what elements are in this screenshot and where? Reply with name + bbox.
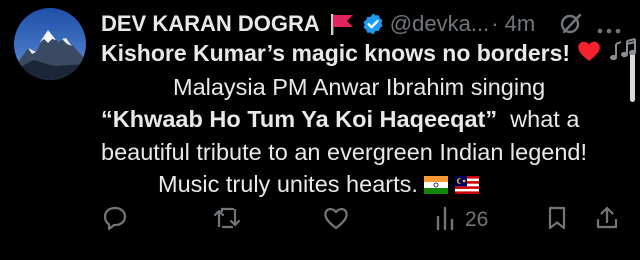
author-name[interactable]: DEV KARAN DOGRA [101, 11, 320, 37]
retweet-button[interactable] [212, 205, 242, 235]
views-count: 26 [465, 208, 489, 231]
author-handle[interactable]: @devka... [390, 11, 489, 37]
timestamp[interactable]: · 4m [491, 11, 535, 37]
tweet[interactable]: DEV KARAN DOGRA @devka... · 4m Kishore K… [0, 0, 640, 260]
bookmark-icon [546, 205, 568, 235]
like-button[interactable] [322, 205, 350, 235]
song-title: “Khwaab Ho Tum Ya Koi Haqeeqat” [101, 106, 498, 132]
malaysia-flag-emoji [454, 170, 479, 202]
bookmark-button[interactable] [546, 205, 568, 235]
reply-icon [102, 205, 128, 235]
tweet-text-line: Kishore Kumar’s magic knows no borders! [101, 37, 639, 72]
tweet-text-line: Malaysia PM Anwar Ibrahim singing [173, 74, 546, 100]
avatar[interactable] [14, 8, 86, 80]
tweet-header: DEV KARAN DOGRA @devka... · 4m [101, 7, 535, 41]
views-icon [435, 205, 457, 235]
verified-icon[interactable] [361, 12, 385, 36]
retweet-icon [212, 205, 242, 235]
reply-button[interactable] [102, 205, 128, 235]
tweet-text-line: “Khwaab Ho Tum Ya Koi Haqeeqat” what a [101, 106, 580, 132]
flag-icon [328, 12, 356, 36]
music-notes-emoji [609, 37, 639, 72]
tweet-text-line: Music truly unites hearts. [158, 168, 479, 202]
india-flag-emoji [424, 170, 449, 202]
tweet-text-line: beautiful tribute to an evergreen Indian… [101, 139, 588, 165]
views-button[interactable]: 26 [435, 205, 488, 235]
heart-emoji [576, 39, 602, 71]
share-button[interactable] [594, 205, 620, 235]
share-icon [594, 205, 620, 235]
like-icon [322, 205, 350, 235]
